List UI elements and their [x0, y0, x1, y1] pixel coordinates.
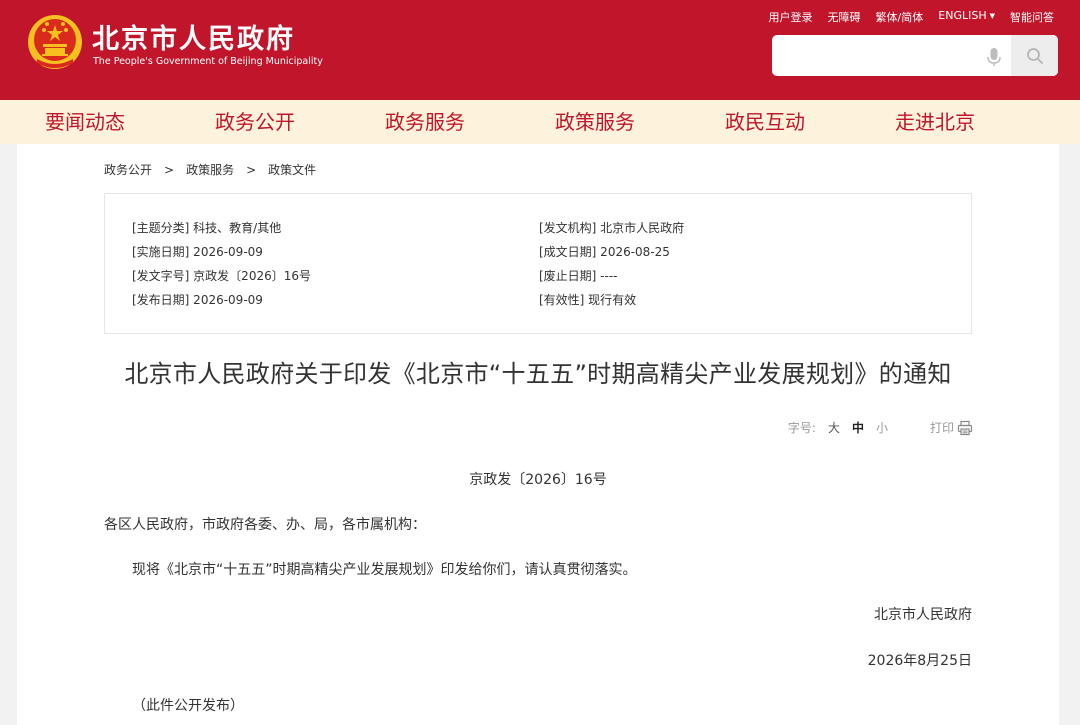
nav-about-beijing[interactable]: 走进北京	[850, 100, 1020, 144]
document-addressee: 各区人民政府，市政府各委、办、局，各市属机构：	[104, 517, 426, 533]
document-note: （此件公开发布）	[132, 698, 244, 714]
article-tools: 字号: 大 中 小 打印	[788, 419, 973, 436]
search-button[interactable]	[1011, 35, 1058, 76]
english-link-label: ENGLISH	[938, 9, 987, 22]
article-container: 政务公开 > 政策服务 > 政策文件 [主题分类] 科技、教育/其他 [实施日期] 20…	[17, 144, 1059, 725]
meta-right-column: [发文机构] 北京市人民政府 [成文日期] 2026-08-25 [废止日期] …	[539, 216, 684, 312]
english-link[interactable]: ENGLISH ▼	[938, 9, 995, 25]
meta-topic: [主题分类] 科技、教育/其他	[132, 221, 282, 235]
font-size-medium-button[interactable]: 中	[852, 419, 864, 436]
breadcrumb-policy-services[interactable]: 政策服务	[186, 163, 234, 177]
breadcrumb-gov-open[interactable]: 政务公开	[104, 163, 152, 177]
search-icon	[1026, 47, 1043, 64]
document-signature: 北京市人民政府	[874, 607, 972, 623]
nav-news[interactable]: 要闻动态	[0, 100, 170, 144]
font-size-large-button[interactable]: 大	[828, 419, 840, 436]
meta-effective-date: [实施日期] 2026-09-09	[132, 245, 263, 259]
document-title: 北京市人民政府关于印发《北京市“十五五”时期高精尖产业发展规划》的通知	[124, 360, 952, 388]
document-body: 现将《北京市“十五五”时期高精尖产业发展规划》印发给你们，请认真贯彻落实。	[132, 562, 637, 578]
nav-gov-services[interactable]: 政务服务	[340, 100, 510, 144]
microphone-icon[interactable]	[985, 47, 1003, 67]
meta-publish-date: [发布日期] 2026-09-09	[132, 293, 263, 307]
smart-qa-link[interactable]: 智能问答	[1010, 9, 1054, 25]
site-header: 北京市人民政府 The People's Government of Beiji…	[0, 0, 1080, 100]
document-meta-box: [主题分类] 科技、教育/其他 [实施日期] 2026-09-09 [发文字号]…	[104, 193, 972, 334]
meta-issuer: [发文机构] 北京市人民政府	[539, 221, 685, 235]
document-number: 京政发〔2026〕16号	[469, 472, 607, 488]
nav-interaction[interactable]: 政民互动	[680, 100, 850, 144]
traditional-simplified-link[interactable]: 繁体/简体	[876, 9, 924, 25]
site-subtitle: The People's Government of Beijing Munic…	[93, 56, 323, 67]
meta-doc-number: [发文字号] 京政发〔2026〕16号	[132, 269, 311, 283]
print-button[interactable]: 打印	[930, 419, 973, 436]
search-box	[772, 35, 1058, 76]
meta-validity: [有效性] 现行有效	[539, 293, 637, 307]
meta-written-date: [成文日期] 2026-08-25	[539, 245, 670, 259]
meta-repeal-date: [废止日期] ----	[539, 269, 618, 283]
nav-policy-services[interactable]: 政策服务	[510, 100, 680, 144]
main-nav: 要闻动态 政务公开 政务服务 政策服务 政民互动 走进北京	[0, 100, 1080, 144]
accessibility-link[interactable]: 无障碍	[828, 9, 861, 25]
national-emblem-icon	[28, 15, 82, 69]
top-links: 用户登录 无障碍 繁体/简体 ENGLISH ▼ 智能问答	[769, 9, 1054, 25]
caret-down-icon: ▼	[989, 12, 995, 20]
nav-gov-affairs-open[interactable]: 政务公开	[170, 100, 340, 144]
breadcrumb: 政务公开 > 政策服务 > 政策文件	[104, 161, 316, 178]
site-title[interactable]: 北京市人民政府	[92, 17, 295, 56]
breadcrumb-separator: >	[246, 163, 257, 177]
document-date: 2026年8月25日	[867, 653, 972, 669]
font-size-small-button[interactable]: 小	[876, 419, 888, 436]
printer-icon	[957, 420, 973, 435]
font-size-label: 字号:	[787, 421, 816, 435]
breadcrumb-separator: >	[164, 163, 175, 177]
search-input[interactable]	[772, 35, 1002, 76]
breadcrumb-policy-docs[interactable]: 政策文件	[268, 163, 316, 177]
print-label: 打印	[929, 421, 954, 435]
login-link[interactable]: 用户登录	[769, 9, 813, 25]
meta-left-column: [主题分类] 科技、教育/其他 [实施日期] 2026-09-09 [发文字号]…	[132, 216, 311, 312]
